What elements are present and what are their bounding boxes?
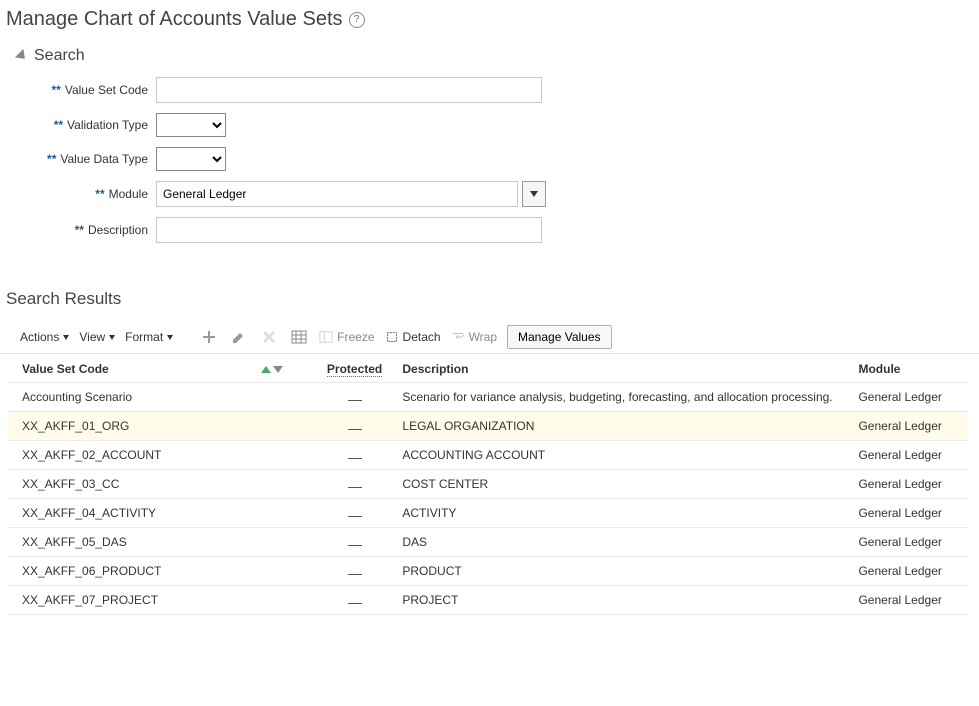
chevron-down-icon bbox=[530, 191, 538, 197]
value-data-type-select[interactable] bbox=[156, 147, 226, 171]
cell-module: General Ledger bbox=[858, 506, 968, 520]
cell-protected bbox=[307, 419, 403, 433]
table-row[interactable]: XX_AKFF_06_PRODUCT PRODUCTGeneral Ledger bbox=[8, 557, 968, 586]
value-data-type-label: **Value Data Type bbox=[36, 152, 156, 166]
cell-value-set-code: XX_AKFF_07_PROJECT bbox=[22, 593, 307, 607]
cell-value-set-code: Accounting Scenario bbox=[22, 390, 307, 404]
table-row[interactable]: XX_AKFF_01_ORG LEGAL ORGANIZATIONGeneral … bbox=[8, 412, 968, 441]
table-row[interactable]: Accounting Scenario Scenario for variance… bbox=[8, 383, 968, 412]
value-set-code-label: **Value Set Code bbox=[36, 83, 156, 97]
collapse-icon bbox=[15, 49, 29, 63]
chevron-down-icon bbox=[167, 335, 173, 340]
view-menu[interactable]: View bbox=[79, 330, 115, 344]
delete-icon[interactable] bbox=[259, 327, 279, 347]
sort-controls[interactable] bbox=[261, 366, 283, 373]
cell-description: ACTIVITY bbox=[402, 506, 858, 520]
description-input[interactable] bbox=[156, 217, 542, 243]
table-row[interactable]: XX_AKFF_05_DAS DASGeneral Ledger bbox=[8, 528, 968, 557]
validation-type-label: **Validation Type bbox=[36, 118, 156, 132]
cell-value-set-code: XX_AKFF_04_ACTIVITY bbox=[22, 506, 307, 520]
table-row[interactable]: XX_AKFF_03_CC COST CENTERGeneral Ledger bbox=[8, 470, 968, 499]
cell-module: General Ledger bbox=[858, 448, 968, 462]
cell-description: PRODUCT bbox=[402, 564, 858, 578]
cell-description: PROJECT bbox=[402, 593, 858, 607]
freeze-button[interactable]: Freeze bbox=[319, 330, 374, 344]
col-value-set-code[interactable]: Value Set Code bbox=[22, 362, 307, 376]
search-section-label: Search bbox=[34, 47, 85, 65]
cell-protected bbox=[307, 390, 403, 404]
cell-protected bbox=[307, 448, 403, 462]
manage-values-button[interactable]: Manage Values bbox=[507, 325, 612, 349]
format-menu[interactable]: Format bbox=[125, 330, 173, 344]
search-form: **Value Set Code **Validation Type **Val… bbox=[0, 77, 979, 243]
cell-module: General Ledger bbox=[858, 419, 968, 433]
module-label: **Module bbox=[36, 187, 156, 201]
value-set-code-input[interactable] bbox=[156, 77, 542, 103]
validation-type-select[interactable] bbox=[156, 113, 226, 137]
chevron-down-icon bbox=[63, 335, 69, 340]
cell-module: General Ledger bbox=[858, 535, 968, 549]
col-protected[interactable]: Protected bbox=[307, 362, 403, 376]
results-toolbar: Actions View Format Freeze Detach Wrap M… bbox=[0, 323, 979, 354]
sort-asc-icon bbox=[261, 366, 271, 373]
cell-module: General Ledger bbox=[858, 390, 968, 404]
page-title-text: Manage Chart of Accounts Value Sets bbox=[6, 8, 343, 31]
search-section-header[interactable]: Search bbox=[0, 41, 979, 77]
table-row[interactable]: XX_AKFF_04_ACTIVITY ACTIVITYGeneral Ledge… bbox=[8, 499, 968, 528]
cell-value-set-code: XX_AKFF_06_PRODUCT bbox=[22, 564, 307, 578]
chevron-down-icon bbox=[109, 335, 115, 340]
results-title: Search Results bbox=[0, 253, 979, 323]
cell-description: LEGAL ORGANIZATION bbox=[402, 419, 858, 433]
actions-menu[interactable]: Actions bbox=[20, 330, 69, 344]
results-table: Value Set Code Protected Description Mod… bbox=[8, 354, 968, 615]
module-input[interactable] bbox=[156, 181, 518, 207]
table-row[interactable]: XX_AKFF_07_PROJECT PROJECTGeneral Ledger bbox=[8, 586, 968, 615]
table-header: Value Set Code Protected Description Mod… bbox=[8, 354, 968, 383]
cell-value-set-code: XX_AKFF_03_CC bbox=[22, 477, 307, 491]
help-icon[interactable]: ? bbox=[349, 12, 365, 28]
description-label: **Description bbox=[36, 223, 156, 237]
cell-description: DAS bbox=[402, 535, 858, 549]
cell-description: Scenario for variance analysis, budgetin… bbox=[402, 390, 858, 404]
sort-desc-icon bbox=[273, 366, 283, 373]
col-module[interactable]: Module bbox=[858, 362, 968, 376]
cell-protected bbox=[307, 506, 403, 520]
cell-protected bbox=[307, 535, 403, 549]
cell-module: General Ledger bbox=[858, 593, 968, 607]
module-dropdown-button[interactable] bbox=[522, 181, 546, 207]
cell-description: ACCOUNTING ACCOUNT bbox=[402, 448, 858, 462]
cell-protected bbox=[307, 477, 403, 491]
page-title: Manage Chart of Accounts Value Sets ? bbox=[0, 0, 979, 41]
wrap-button[interactable]: Wrap bbox=[451, 330, 497, 344]
cell-description: COST CENTER bbox=[402, 477, 858, 491]
cell-module: General Ledger bbox=[858, 477, 968, 491]
cell-value-set-code: XX_AKFF_02_ACCOUNT bbox=[22, 448, 307, 462]
cell-protected bbox=[307, 593, 403, 607]
cell-value-set-code: XX_AKFF_01_ORG bbox=[22, 419, 307, 433]
cell-value-set-code: XX_AKFF_05_DAS bbox=[22, 535, 307, 549]
edit-icon[interactable] bbox=[229, 327, 249, 347]
col-description[interactable]: Description bbox=[402, 362, 858, 376]
add-icon[interactable] bbox=[199, 327, 219, 347]
cell-protected bbox=[307, 564, 403, 578]
table-row[interactable]: XX_AKFF_02_ACCOUNT ACCOUNTING ACCOUNTGene… bbox=[8, 441, 968, 470]
detach-button[interactable]: Detach bbox=[385, 330, 441, 344]
grid-icon[interactable] bbox=[289, 327, 309, 347]
cell-module: General Ledger bbox=[858, 564, 968, 578]
